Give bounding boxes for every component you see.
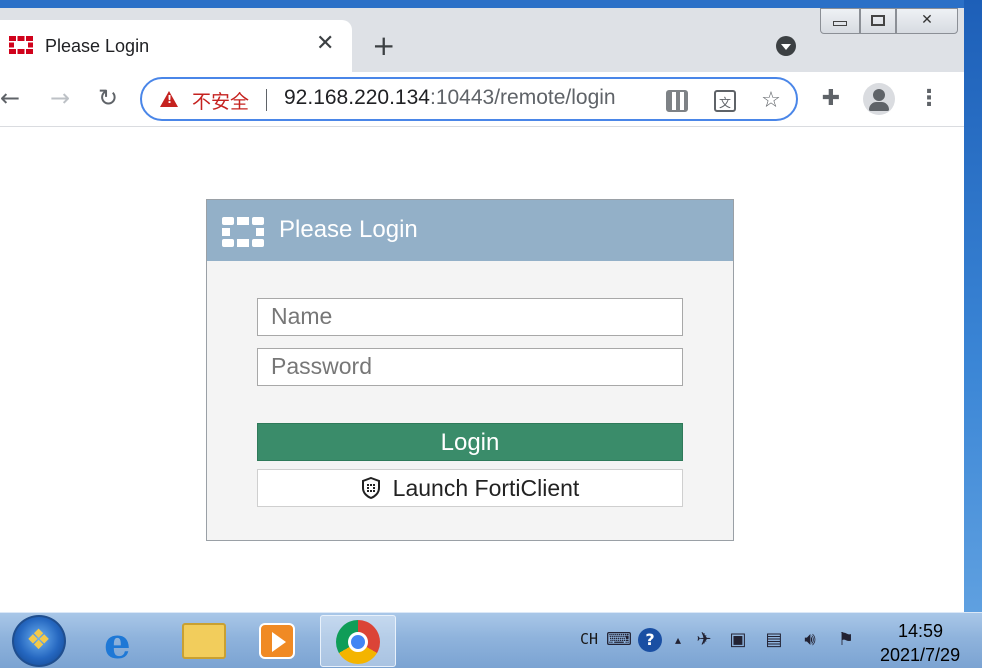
taskbar-chrome[interactable] bbox=[320, 615, 396, 667]
url-path: :10443/remote/login bbox=[429, 86, 616, 109]
reload-icon[interactable]: ↻ bbox=[94, 84, 122, 112]
new-tab-button[interactable]: + bbox=[372, 32, 395, 60]
language-indicator[interactable]: CH bbox=[580, 630, 598, 648]
warning-icon: ! bbox=[160, 91, 178, 107]
tab-close-icon[interactable]: ✕ bbox=[316, 33, 334, 55]
forticlient-shield-icon bbox=[361, 477, 380, 499]
internet-explorer-icon: e bbox=[104, 619, 131, 668]
network-app-icon[interactable]: ✈ bbox=[692, 628, 716, 652]
taskbar: e CH ⌨ ? ▴ ✈ ▣ ▤ 🔊︎ ⚑ 14:59 2021/7/29 bbox=[0, 612, 982, 668]
start-button[interactable] bbox=[12, 615, 66, 667]
password-input[interactable]: Password bbox=[257, 348, 683, 386]
help-icon[interactable]: ? bbox=[638, 628, 662, 652]
login-panel: Please Login Name Password Login Launch … bbox=[206, 199, 734, 541]
menu-kebab-icon[interactable]: ⋮ bbox=[918, 86, 940, 112]
fortinet-favicon-icon bbox=[9, 36, 33, 54]
taskbar-internet-explorer[interactable]: e bbox=[92, 615, 164, 668]
url-host: 92.168.220.134 bbox=[284, 86, 430, 109]
translate-icon[interactable]: 文 bbox=[714, 90, 736, 112]
address-bar[interactable]: ! 不安全 92.168.220.134:10443/remote/login … bbox=[140, 77, 798, 121]
login-title: Please Login bbox=[279, 216, 418, 243]
not-secure-label[interactable]: 不安全 bbox=[192, 87, 249, 114]
chrome-icon bbox=[336, 620, 380, 664]
name-input[interactable]: Name bbox=[257, 298, 683, 336]
fortinet-logo-icon bbox=[222, 217, 264, 247]
keyboard-icon[interactable]: ⌨ bbox=[606, 628, 632, 652]
window-controls: ✕ bbox=[820, 8, 964, 34]
extensions-puzzle-icon[interactable]: ✚ bbox=[818, 86, 844, 112]
desktop-background bbox=[964, 0, 982, 612]
back-arrow-icon[interactable]: ← bbox=[0, 84, 24, 112]
taskbar-explorer[interactable] bbox=[168, 615, 240, 667]
qr-code-icon[interactable] bbox=[666, 90, 688, 112]
page-content: Please Login Name Password Login Launch … bbox=[0, 128, 964, 612]
tab-please-login[interactable]: Please Login ✕ bbox=[0, 20, 352, 72]
tab-search-icon[interactable] bbox=[776, 36, 796, 56]
login-button[interactable]: Login bbox=[257, 423, 683, 461]
close-window-button[interactable]: ✕ bbox=[896, 8, 958, 34]
close-icon: ✕ bbox=[921, 12, 933, 28]
url-text[interactable]: 92.168.220.134:10443/remote/login bbox=[284, 86, 616, 110]
restore-icon bbox=[871, 15, 885, 26]
volume-icon[interactable]: 🔊︎ bbox=[798, 628, 822, 652]
folder-icon bbox=[182, 623, 226, 659]
tab-title: Please Login bbox=[45, 36, 150, 56]
tab-strip: Please Login ✕ + ✕ bbox=[0, 0, 964, 72]
profile-avatar-icon[interactable] bbox=[863, 83, 895, 115]
browser-toolbar: ← → ↻ ! 不安全 92.168.220.134:10443/remote/… bbox=[0, 72, 964, 127]
login-header: Please Login bbox=[207, 200, 733, 261]
bookmark-star-icon[interactable]: ☆ bbox=[760, 90, 782, 112]
address-separator bbox=[266, 89, 267, 111]
tray-expand-icon[interactable]: ▴ bbox=[666, 628, 690, 652]
launch-forticlient-button[interactable]: Launch FortiClient bbox=[257, 469, 683, 507]
forward-arrow-icon[interactable]: → bbox=[46, 84, 74, 112]
launch-forticlient-label: Launch FortiClient bbox=[392, 475, 580, 501]
network-icon[interactable]: ▣ bbox=[726, 628, 750, 652]
browser-window: Please Login ✕ + ✕ ← → ↻ ! 不安全 92.168.22… bbox=[0, 0, 964, 612]
minimize-icon bbox=[833, 21, 847, 26]
minimize-button[interactable] bbox=[820, 8, 860, 34]
clock-date[interactable]: 2021/7/29 bbox=[880, 645, 960, 666]
window-frame bbox=[0, 0, 964, 8]
restore-button[interactable] bbox=[860, 8, 896, 34]
taskbar-media-player[interactable] bbox=[243, 615, 315, 667]
action-center-flag-icon[interactable]: ⚑ bbox=[834, 628, 858, 652]
clock-time[interactable]: 14:59 bbox=[898, 621, 943, 642]
vmware-icon[interactable]: ▤ bbox=[762, 628, 786, 652]
media-player-icon bbox=[259, 623, 295, 659]
